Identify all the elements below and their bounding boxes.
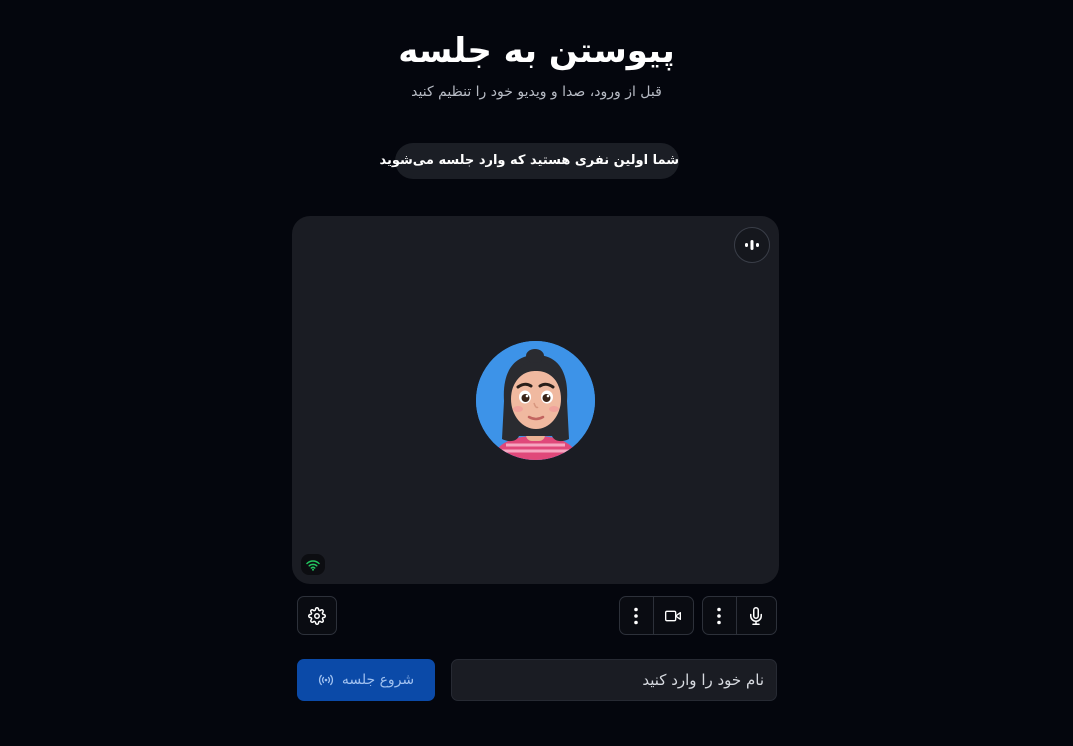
- wifi-icon: [306, 559, 320, 571]
- gear-icon: [308, 606, 326, 625]
- first-participant-notice: شما اولین نفری هستید که وارد جلسه می‌شوی…: [379, 143, 679, 179]
- join-meeting-page: پیوستن به جلسه قبل از ورود، صدا و ویدیو …: [0, 0, 1073, 746]
- more-vertical-icon: [634, 607, 639, 624]
- video-preview: [292, 216, 779, 584]
- microphone-control-group: [702, 596, 777, 635]
- video-camera-icon: [665, 610, 682, 621]
- audio-level-icon: [745, 240, 759, 250]
- camera-toggle-button[interactable]: [652, 597, 693, 634]
- page-title: پیوستن به جلسه: [398, 31, 675, 71]
- page-subtitle: قبل از ورود، صدا و ویدیو خود را تنظیم کن…: [411, 84, 662, 100]
- camera-control-group: [619, 596, 694, 635]
- microphone-options-button[interactable]: [703, 597, 736, 634]
- microphone-toggle-button[interactable]: [735, 597, 776, 634]
- name-input[interactable]: [451, 659, 777, 701]
- audio-level-indicator[interactable]: [734, 227, 770, 263]
- more-vertical-icon: [717, 607, 722, 624]
- connection-indicator: [301, 554, 325, 575]
- user-avatar-3d: [476, 341, 595, 460]
- avatar: [476, 341, 595, 460]
- settings-button[interactable]: [297, 596, 337, 635]
- start-meeting-label: شروع جلسه: [341, 672, 415, 688]
- start-meeting-button[interactable]: شروع جلسه: [297, 659, 435, 701]
- broadcast-icon: [318, 674, 333, 686]
- microphone-icon: [750, 606, 763, 625]
- camera-options-button[interactable]: [620, 597, 653, 634]
